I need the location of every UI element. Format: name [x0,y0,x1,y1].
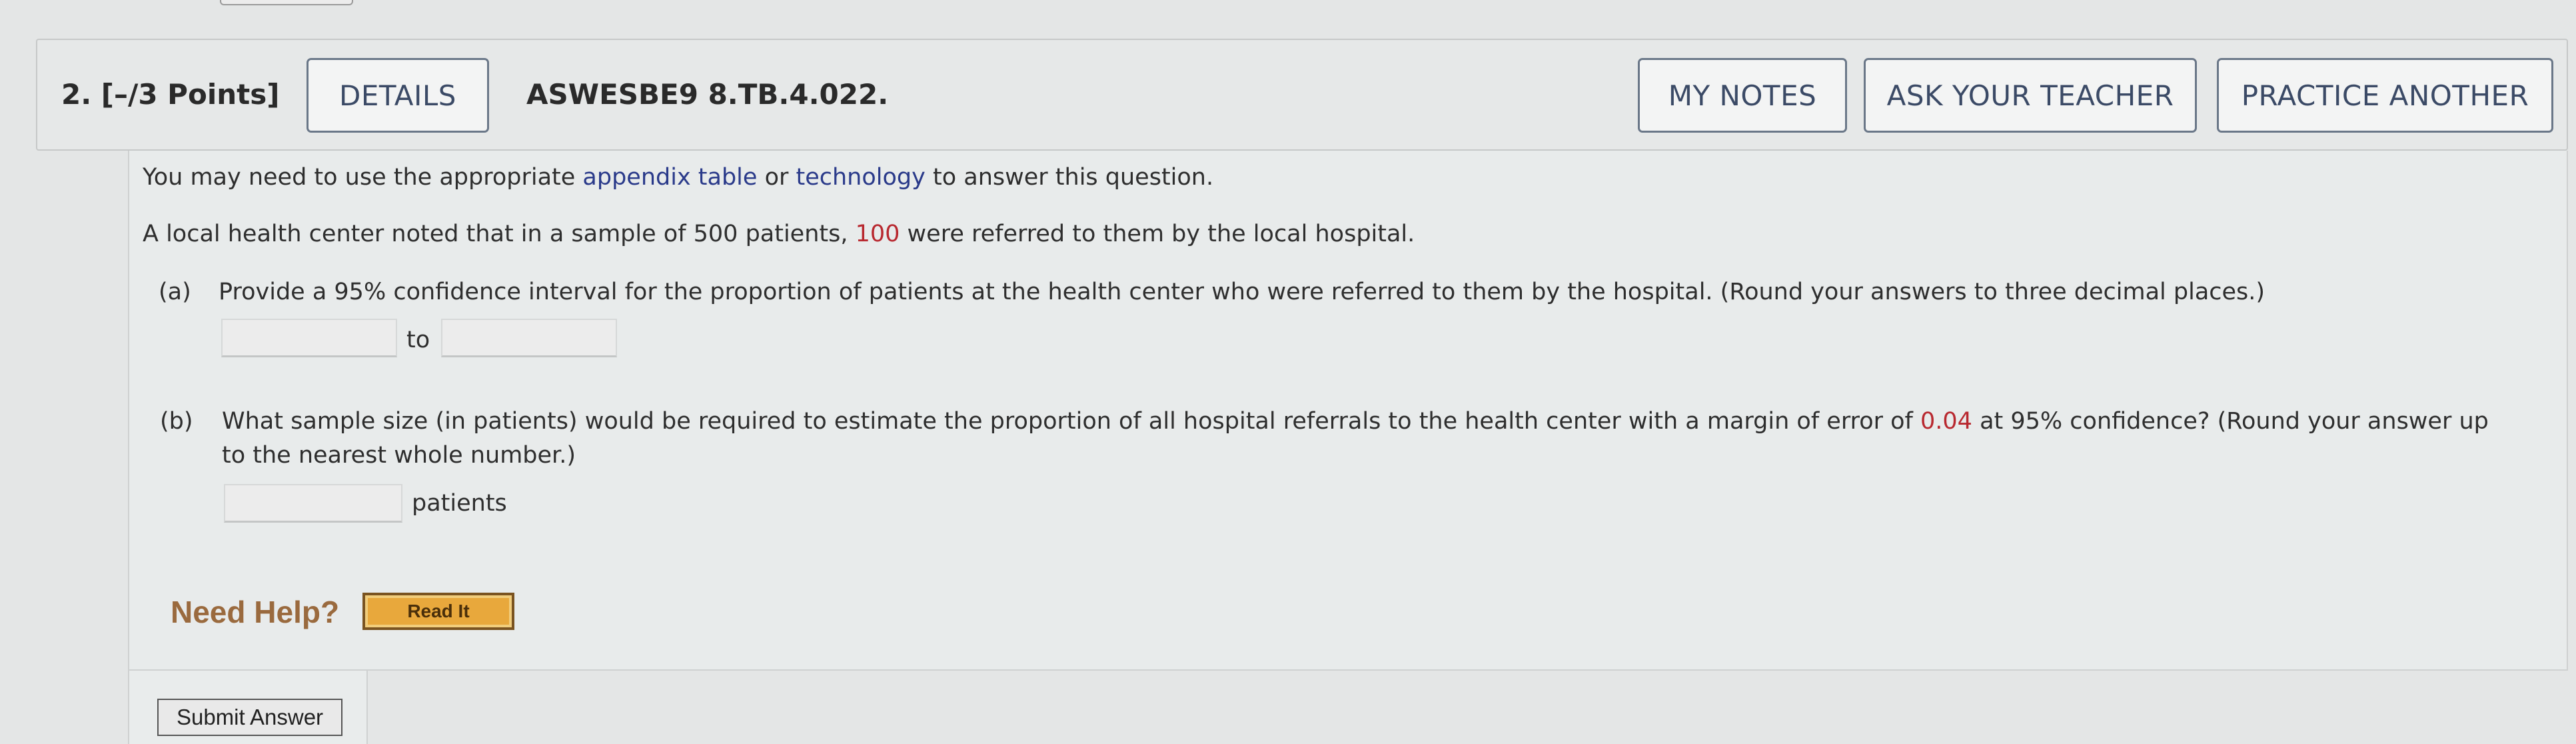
appendix-table-link[interactable]: appendix table [582,164,757,191]
sample-size-input[interactable] [224,484,402,523]
details-button[interactable]: DETAILS [307,58,489,133]
part-a-text: Provide a 95% confidence interval for th… [219,279,2265,305]
my-notes-button[interactable]: MY NOTES [1638,58,1847,133]
technology-link[interactable]: technology [796,164,926,191]
ci-upper-input[interactable] [441,319,617,357]
part-b-text: What sample size (in patients) would be … [222,408,2489,435]
practice-another-button[interactable]: PRACTICE ANOTHER [2217,58,2553,133]
part-a-label: (a) [159,279,191,305]
question-number: 2. [–/3 Points] [61,78,280,111]
ask-teacher-button[interactable]: ASK YOUR TEACHER [1864,58,2197,133]
read-it-button[interactable]: Read It [362,593,514,630]
part-b-text-line2: to the nearest whole number.) [222,442,576,469]
intro-text: You may need to use the appropriate appe… [143,164,1214,191]
previous-element-edge [220,0,353,5]
question-stem: A local health center noted that in a sa… [143,221,1415,247]
stem-value: 100 [855,221,900,247]
need-help-label: Need Help? [171,595,340,629]
question-code: ASWESBE9 8.TB.4.022. [526,78,889,111]
part-b-label: (b) [160,408,193,435]
submit-answer-button[interactable]: Submit Answer [157,699,342,736]
question-page: 2. [–/3 Points] DETAILS ASWESBE9 8.TB.4.… [0,0,2576,744]
ci-lower-input[interactable] [221,319,397,357]
to-label: to [406,327,430,353]
patients-label: patients [412,490,507,517]
margin-value: 0.04 [1920,408,1972,435]
